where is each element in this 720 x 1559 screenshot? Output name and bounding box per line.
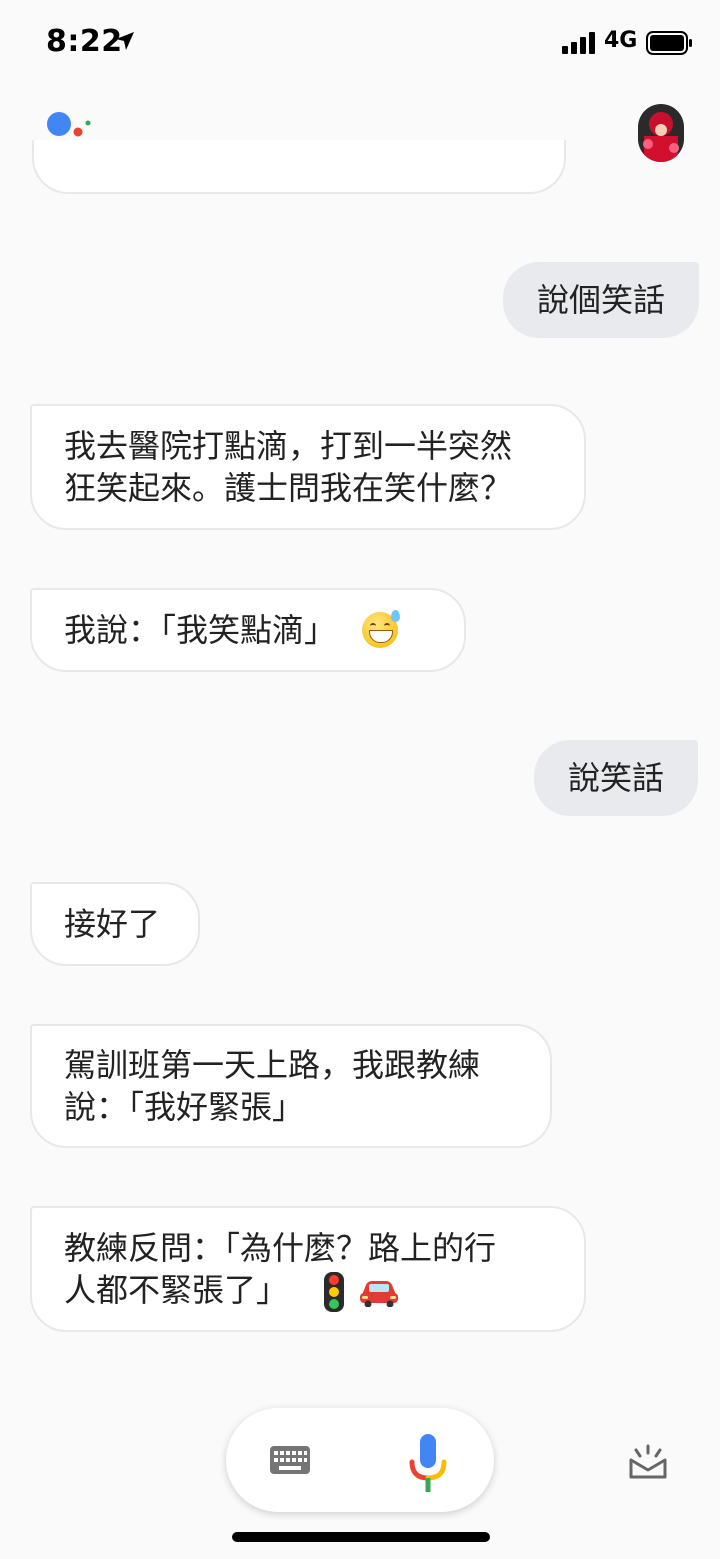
- assistant-message-text: 我去醫院打點滴，打到一半突然 狂笑起來。護士問我在笑什麼？: [64, 427, 513, 507]
- network-type: 4G: [604, 28, 638, 53]
- assistant-message-body: 教練反問：「為什麼？路上的行 人都不緊張了」: [64, 1228, 497, 1309]
- status-bar: 8:22 4G: [0, 0, 720, 90]
- assistant-message-bubble: 我說：「我笑點滴」: [30, 588, 466, 672]
- explore-icon[interactable]: [628, 1444, 668, 1480]
- previous-message-bubble: [32, 140, 566, 194]
- user-message-text: 說個笑話: [537, 281, 666, 319]
- input-bar: [0, 1400, 720, 1559]
- user-message-bubble: 說個笑話: [503, 262, 700, 338]
- assistant-message-text: 教練反問：「為什麼？路上的行 人都不緊張了」: [64, 1227, 496, 1312]
- battery-icon: [646, 31, 692, 55]
- user-message-text: 說笑話: [568, 759, 665, 797]
- car-icon: [360, 1280, 399, 1307]
- account-avatar[interactable]: [638, 104, 684, 162]
- assistant-message-text: 駕訓班第一天上路，我跟教練 說：「我好緊張」: [64, 1046, 481, 1126]
- assistant-message-text: 接好了: [64, 905, 161, 943]
- avatar-image: [638, 104, 684, 162]
- assistant-message-bubble: 教練反問：「為什麼？路上的行 人都不緊張了」: [30, 1206, 586, 1332]
- home-indicator: [232, 1532, 490, 1542]
- traffic-light-icon: [324, 1271, 345, 1312]
- input-pill: [226, 1408, 494, 1512]
- mic-icon[interactable]: [406, 1432, 450, 1496]
- assistant-message-bubble: 駕訓班第一天上路，我跟教練 說：「我好緊張」: [30, 1024, 552, 1148]
- user-message-bubble: 說笑話: [534, 740, 699, 816]
- cellular-signal-icon: [562, 32, 595, 54]
- status-time: 8:22: [46, 24, 123, 59]
- assistant-message-bubble: 我去醫院打點滴，打到一半突然 狂笑起來。護士問我在笑什麼？: [30, 404, 586, 530]
- assistant-message-bubble: 接好了: [30, 882, 200, 966]
- location-arrow-icon: [116, 32, 134, 50]
- keyboard-icon[interactable]: [270, 1446, 310, 1474]
- assistant-message-text: 我說：「我笑點滴」: [64, 611, 337, 649]
- grinning-sweat-emoji-icon: [362, 610, 401, 648]
